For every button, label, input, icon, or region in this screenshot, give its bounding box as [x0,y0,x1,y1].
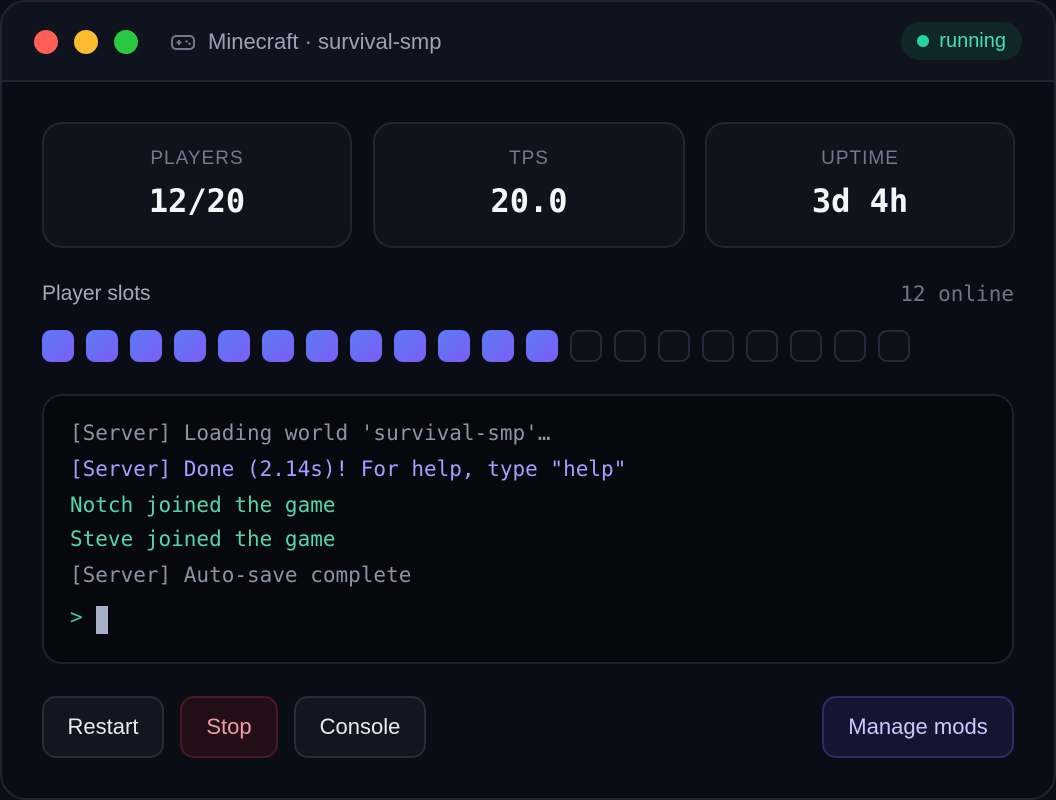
tps-stat-value: 20.0 [490,182,568,220]
manage-mods-button[interactable]: Manage mods [822,696,1014,758]
console-button[interactable]: Console [294,696,426,758]
close-window-button[interactable] [34,30,58,54]
player-slot-empty [790,330,822,362]
players-stat-value: 12/20 [148,182,246,220]
player-slot-empty [834,330,866,362]
player-slot-filled [482,330,514,362]
player-slot-filled [42,330,74,362]
console-line: Notch joined the game [70,493,336,517]
players-online-count: 12 online [900,282,1014,306]
player-slot-empty [746,330,778,362]
player-slot-filled [306,330,338,362]
stop-button[interactable]: Stop [180,696,278,758]
players-stat-card: PLAYERS 12/20 [42,122,352,248]
tps-stat-label: TPS [509,148,549,169]
players-stat-label: PLAYERS [150,148,244,169]
title-bar: Minecraft · survival-smp running [2,2,1054,82]
uptime-stat-card: UPTIME 3d 4h [705,122,1015,248]
player-slot-empty [614,330,646,362]
player-slot-empty [658,330,690,362]
status-label: running [939,30,1006,52]
tps-stat-card: TPS 20.0 [373,122,685,248]
console-line: Steve joined the game [70,527,336,551]
player-slots-title: Player slots [42,282,151,305]
player-slot-filled [174,330,206,362]
status-badge: running [901,22,1022,60]
console-prompt: > [70,605,83,629]
player-slot-filled [394,330,426,362]
player-slot-filled [218,330,250,362]
player-slot-filled [130,330,162,362]
minimize-window-button[interactable] [74,30,98,54]
maximize-window-button[interactable] [114,30,138,54]
player-slot-filled [526,330,558,362]
console-panel[interactable]: [Server] Loading world 'survival-smp'… [… [42,394,1014,664]
player-slot-filled [86,330,118,362]
console-line: [Server] Auto-save complete [70,563,412,587]
player-slot-empty [702,330,734,362]
window-title: Minecraft · survival-smp [208,29,442,54]
console-line: [Server] Loading world 'survival-smp'… [70,421,551,445]
player-slot-filled [350,330,382,362]
console-cursor[interactable] [96,606,108,634]
server-window: Minecraft · survival-smp running PLAYERS… [0,0,1056,800]
console-line: [Server] Done (2.14s)! For help, type "h… [70,457,627,481]
status-dot-icon [917,35,930,47]
player-slot-filled [438,330,470,362]
player-slot-empty [570,330,602,362]
uptime-stat-label: UPTIME [821,148,899,169]
player-slot-empty [878,330,910,362]
restart-button[interactable]: Restart [42,696,164,758]
uptime-stat-value: 3d 4h [811,182,909,220]
player-slot-filled [262,330,294,362]
gamepad-icon [171,35,195,50]
